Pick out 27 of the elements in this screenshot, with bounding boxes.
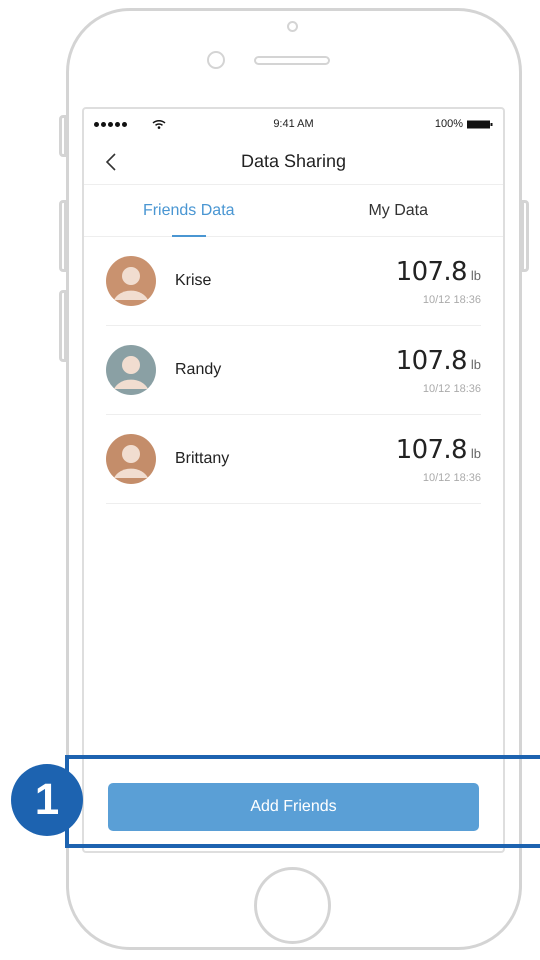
- front-camera: [207, 51, 225, 69]
- wifi-icon: [152, 119, 166, 129]
- battery-percent: 100%: [434, 116, 463, 132]
- weight-value: 107.8: [396, 256, 467, 290]
- screen-title: Data Sharing: [240, 150, 346, 173]
- weight-value: 107.8: [396, 434, 467, 468]
- weight-value: 107.8: [396, 345, 467, 378]
- add-friends-button[interactable]: Add Friends: [108, 783, 479, 831]
- status-time: 9:41 AM: [272, 116, 315, 132]
- signal-icon: [94, 122, 128, 126]
- weight-unit: lb: [470, 356, 481, 374]
- back-icon[interactable]: [106, 152, 116, 170]
- weight-unit: lb: [470, 445, 481, 464]
- friend-name: Randy: [175, 360, 222, 380]
- tab[interactable]: Friends Data: [84, 185, 294, 236]
- record-time: 10/12 18:36: [422, 293, 481, 308]
- tab[interactable]: My Data: [294, 185, 503, 236]
- step-number: 1: [11, 764, 83, 836]
- battery-icon: [467, 120, 493, 128]
- avatar-icon: [106, 256, 156, 306]
- record-time: 10/12 18:36: [422, 471, 481, 486]
- avatar-icon: [106, 434, 156, 484]
- record-time: 10/12 18:36: [422, 382, 481, 398]
- weight-unit: lb: [470, 267, 481, 286]
- avatar-icon: [106, 345, 156, 395]
- friend-name: Brittany: [175, 449, 230, 469]
- friend-name: Krise: [175, 271, 212, 291]
